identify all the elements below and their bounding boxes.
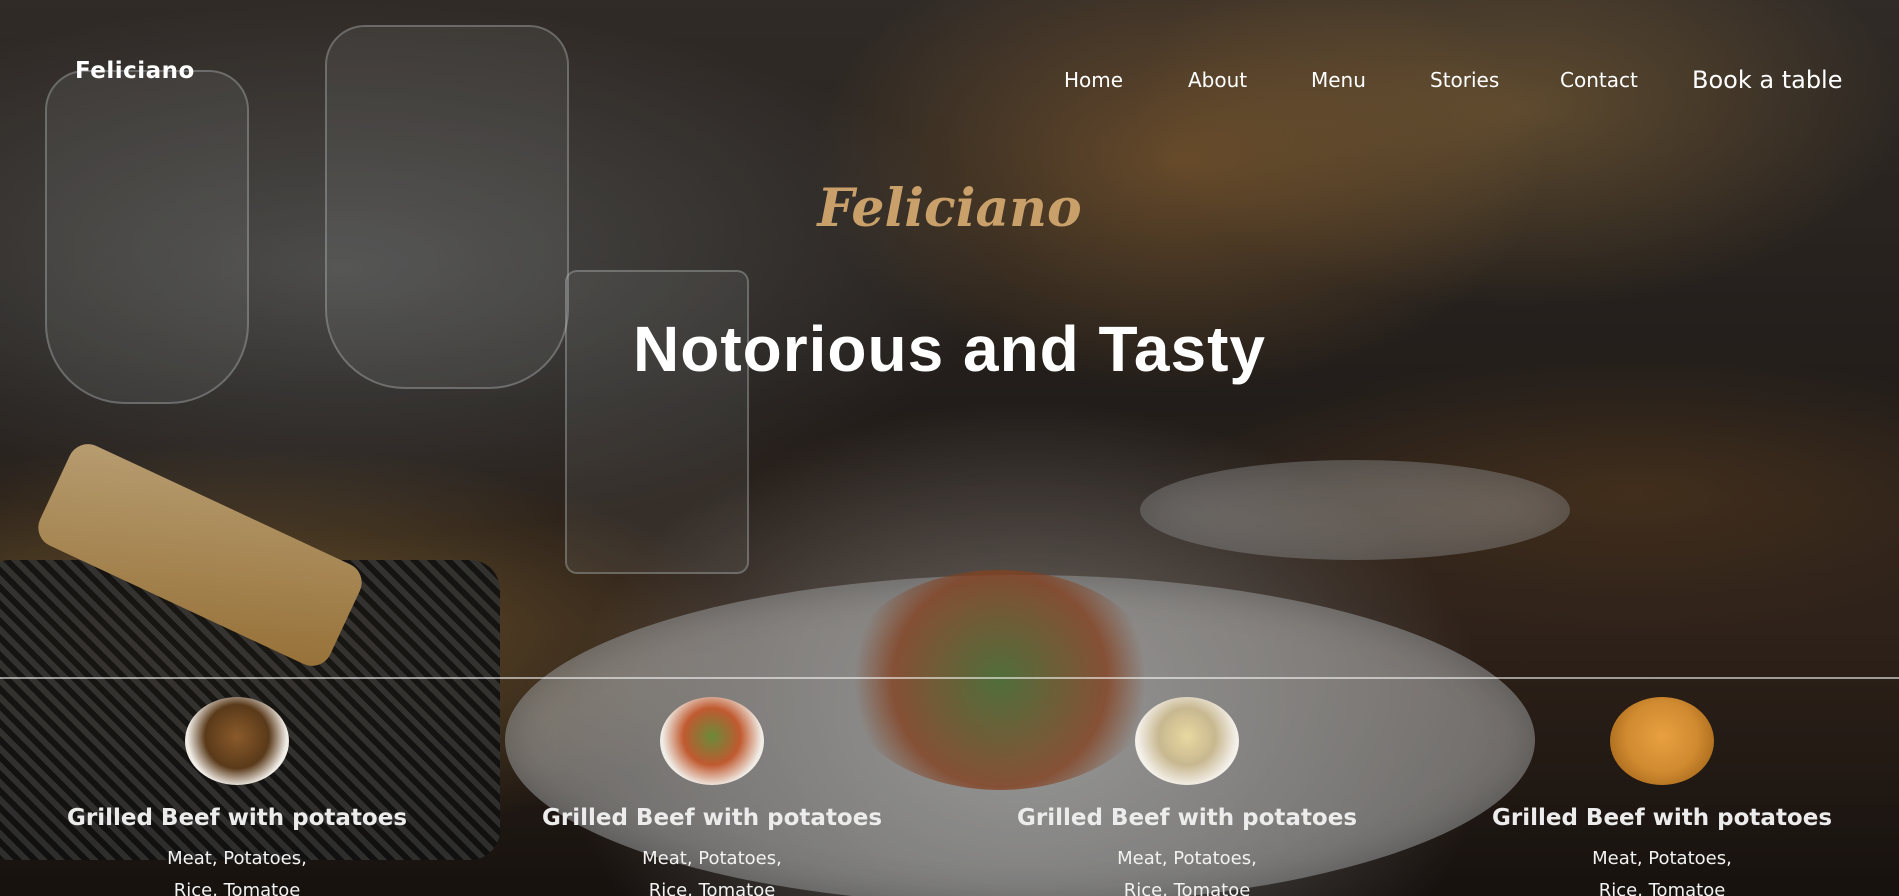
dish-title: Grilled Beef with potatoes [1016, 805, 1358, 831]
dish-desc-line: Rice, Tomatoe [1123, 880, 1251, 896]
dish-image [660, 697, 764, 785]
nav-item-home[interactable]: Home [1064, 68, 1123, 92]
dish-image [185, 697, 289, 785]
dish-card[interactable]: Grilled Beef with potatoes Meat, Potatoe… [532, 697, 892, 896]
dish-desc-line: Meat, Potatoes, [1117, 848, 1257, 869]
nav-item-stories[interactable]: Stories [1430, 68, 1499, 92]
dish-card[interactable]: Grilled Beef with potatoes Meat, Potatoe… [1007, 697, 1367, 896]
dish-card[interactable]: Grilled Beef with potatoes Meat, Potatoe… [57, 697, 417, 896]
divider [0, 677, 1899, 679]
dish-description: Meat, Potatoes, Rice, Tomatoe [57, 843, 417, 896]
dish-description: Meat, Potatoes, Rice, Tomatoe [1007, 843, 1367, 896]
dish-title: Grilled Beef with potatoes [66, 805, 408, 831]
dish-desc-line: Rice, Tomatoe [173, 880, 301, 896]
dish-image [1610, 697, 1714, 785]
nav-item-contact[interactable]: Contact [1560, 68, 1638, 92]
dish-title: Grilled Beef with potatoes [541, 805, 883, 831]
dish-desc-line: Rice, Tomatoe [1598, 880, 1726, 896]
dish-desc-line: Meat, Potatoes, [1592, 848, 1732, 869]
hero-headline: Notorious and Tasty [633, 313, 1266, 385]
dish-image [1135, 697, 1239, 785]
dish-desc-line: Meat, Potatoes, [642, 848, 782, 869]
hero-background: Feliciano Home About Menu Stories Contac… [0, 0, 1899, 896]
dish-title: Grilled Beef with potatoes [1491, 805, 1833, 831]
nav-item-about[interactable]: About [1188, 68, 1247, 92]
main-nav: Home About Menu Stories Contact Book a t… [0, 66, 1899, 98]
dish-description: Meat, Potatoes, Rice, Tomatoe [532, 843, 892, 896]
dish-description: Meat, Potatoes, Rice, Tomatoe [1482, 843, 1842, 896]
dish-desc-line: Rice, Tomatoe [648, 880, 776, 896]
nav-item-menu[interactable]: Menu [1311, 68, 1366, 92]
book-table-link[interactable]: Book a table [1692, 66, 1842, 94]
script-logo: Feliciano [817, 178, 1082, 239]
dish-desc-line: Meat, Potatoes, [167, 848, 307, 869]
dish-card[interactable]: Grilled Beef with potatoes Meat, Potatoe… [1482, 697, 1842, 896]
